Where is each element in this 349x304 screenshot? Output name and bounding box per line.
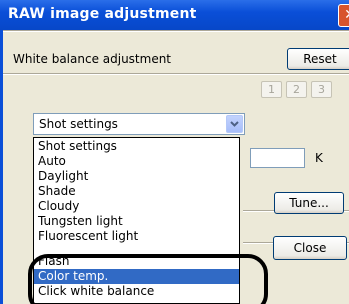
raw-adjustment-window: RAW image adjustment ✕ White balance adj… <box>0 0 349 304</box>
preset-1-button[interactable]: 1 <box>261 81 282 98</box>
window-close-icon[interactable]: ✕ <box>338 4 349 27</box>
dropdown-option-daylight[interactable]: Daylight <box>34 169 239 184</box>
tune-button[interactable]: Tune... <box>274 192 344 214</box>
window-title: RAW image adjustment <box>8 6 197 22</box>
white-balance-label: White balance adjustment <box>13 52 172 66</box>
white-balance-select-value: Shot settings <box>39 117 118 131</box>
title-bar[interactable]: RAW image adjustment ✕ <box>0 0 349 30</box>
chevron-down-icon[interactable] <box>226 115 243 133</box>
dropdown-option-shade[interactable]: Shade <box>34 184 239 199</box>
reset-button[interactable]: Reset <box>287 48 349 70</box>
preset-3-button[interactable]: 3 <box>311 81 332 98</box>
preset-2-button[interactable]: 2 <box>286 81 307 98</box>
close-button[interactable]: Close <box>273 236 347 260</box>
white-balance-dropdown-list: Shot settings Auto Daylight Shade Cloudy… <box>33 137 240 304</box>
dropdown-option-cloudy[interactable]: Cloudy <box>34 199 239 214</box>
dropdown-option-auto[interactable]: Auto <box>34 154 239 169</box>
dropdown-option-tungsten-light[interactable]: Tungsten light <box>34 214 239 229</box>
kelvin-unit-label: K <box>315 151 323 165</box>
dropdown-option-flash[interactable]: Flash <box>34 254 239 269</box>
color-temperature-input[interactable] <box>250 148 305 168</box>
dropdown-option-click-white-balance[interactable]: Click white balance <box>34 284 239 299</box>
dropdown-option-fluorescent-light[interactable]: Fluorescent light <box>34 229 239 244</box>
dropdown-option-shot-settings[interactable]: Shot settings <box>34 139 239 154</box>
white-balance-select[interactable]: Shot settings <box>33 113 245 135</box>
header-divider <box>3 73 349 75</box>
top-divider <box>3 30 349 32</box>
dropdown-option-color-temp[interactable]: Color temp. <box>34 269 239 284</box>
